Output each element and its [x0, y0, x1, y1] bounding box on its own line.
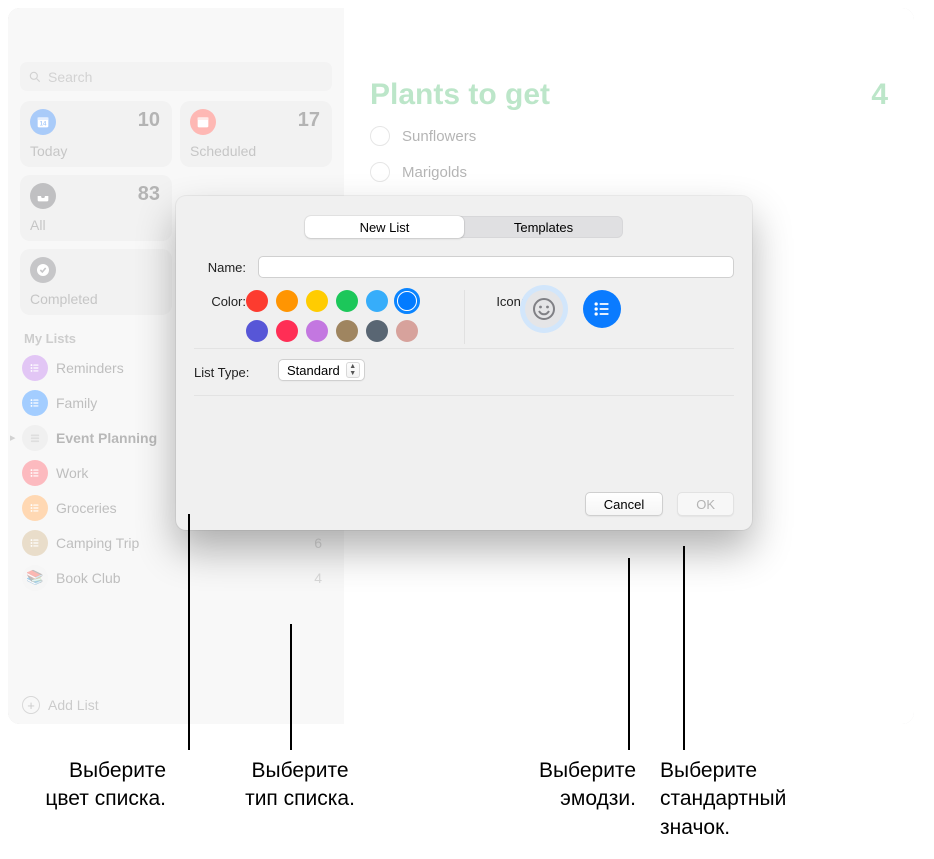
- smart-list-all[interactable]: 83 All: [20, 175, 172, 241]
- smart-list-today[interactable]: 14 10 Today: [20, 101, 172, 167]
- reminder-item[interactable]: Sunflowers: [344, 118, 914, 154]
- list-color-icon: [22, 390, 48, 416]
- emoji-face-icon: [532, 297, 556, 321]
- list-bullet-icon: [28, 466, 42, 480]
- callout-color: Выберите цвет списка.: [6, 757, 166, 814]
- sidebar-list-label: Work: [56, 465, 88, 481]
- smart-list-all-label: All: [30, 217, 46, 233]
- sidebar-list-count: 6: [314, 535, 322, 551]
- list-type-select[interactable]: Standard ▲▼: [278, 359, 365, 381]
- sidebar-list-label: Reminders: [56, 360, 124, 376]
- tab-templates[interactable]: Templates: [464, 216, 623, 238]
- sidebar-list-count: 4: [314, 570, 322, 586]
- list-emoji-icon: 📚: [26, 569, 43, 586]
- list-color-icon: [22, 495, 48, 521]
- icon-label: Icon:: [483, 290, 525, 309]
- list-bullet-icon: [28, 396, 42, 410]
- list-header: Plants to get 4: [344, 66, 914, 118]
- smart-list-completed-label: Completed: [30, 291, 98, 307]
- sidebar-list-label: Event Planning: [56, 430, 157, 446]
- reminder-checkbox[interactable]: [370, 162, 390, 182]
- color-swatch[interactable]: [366, 320, 388, 342]
- color-swatch[interactable]: [336, 320, 358, 342]
- reminder-title: Sunflowers: [402, 128, 476, 145]
- sidebar-list-label: Family: [56, 395, 97, 411]
- list-color-icon: [22, 460, 48, 486]
- smart-list-scheduled[interactable]: 17 Scheduled: [180, 101, 332, 167]
- smart-list-today-label: Today: [30, 143, 67, 159]
- sidebar-list-item[interactable]: Camping Trip 6: [8, 525, 344, 560]
- tab-new-list[interactable]: New List: [305, 216, 464, 238]
- checkmark-icon: [30, 257, 56, 283]
- sidebar-list-label: Camping Trip: [56, 535, 139, 551]
- list-color-icon: [22, 355, 48, 381]
- smart-list-scheduled-label: Scheduled: [190, 143, 256, 159]
- color-swatch[interactable]: [246, 290, 268, 312]
- sidebar-list-item[interactable]: 📚 Book Club 4: [8, 560, 344, 595]
- callout-line: [628, 558, 630, 750]
- sidebar-list-label: Book Club: [56, 570, 121, 586]
- smart-list-all-count: 83: [138, 183, 160, 206]
- standard-icon-button[interactable]: [583, 290, 621, 328]
- color-swatch[interactable]: [276, 290, 298, 312]
- stack-icon: [28, 431, 42, 445]
- select-arrows-icon: ▲▼: [346, 362, 360, 378]
- color-label: Color:: [194, 290, 246, 309]
- list-title: Plants to get: [370, 78, 550, 112]
- list-bullet-icon: [28, 361, 42, 375]
- reminder-title: Marigolds: [402, 164, 467, 181]
- list-type-label: List Type:: [194, 361, 268, 380]
- calendar-today-icon: 14: [30, 109, 56, 135]
- emoji-picker-button[interactable]: [525, 290, 563, 328]
- divider: [194, 348, 734, 349]
- list-bullet-icon: [28, 501, 42, 515]
- search-icon: [28, 70, 42, 84]
- smart-list-scheduled-count: 17: [298, 109, 320, 132]
- color-swatch[interactable]: [366, 290, 388, 312]
- color-swatches: [246, 290, 420, 344]
- list-bullet-icon: [28, 536, 42, 550]
- color-swatch[interactable]: [336, 290, 358, 312]
- color-swatch[interactable]: [396, 320, 418, 342]
- svg-text:14: 14: [40, 121, 47, 127]
- list-color-icon: 📚: [22, 565, 48, 591]
- smart-list-completed[interactable]: Completed: [20, 249, 172, 315]
- color-swatch[interactable]: [396, 290, 418, 312]
- list-type-value: Standard: [287, 363, 340, 378]
- tray-icon: [30, 183, 56, 209]
- new-list-sheet: New List Templates Name: Color: Icon:: [176, 196, 752, 530]
- divider: [194, 395, 734, 396]
- callout-line: [683, 546, 685, 750]
- reminder-item[interactable]: Marigolds: [344, 154, 914, 190]
- cancel-button[interactable]: Cancel: [585, 492, 663, 516]
- callout-line: [290, 624, 292, 750]
- list-color-icon: [22, 530, 48, 556]
- add-list-button[interactable]: + Add List: [22, 696, 99, 714]
- name-input[interactable]: [258, 256, 734, 278]
- list-color-icon: [22, 425, 48, 451]
- callout-standard-icon: Выберите стандартный значок.: [660, 757, 860, 842]
- callout-list-type: Выберите тип списка.: [222, 757, 378, 814]
- sidebar-list-label: Groceries: [56, 500, 117, 516]
- list-bullet-icon: [592, 299, 612, 319]
- color-swatch[interactable]: [306, 290, 328, 312]
- search-placeholder: Search: [48, 69, 92, 85]
- list-count: 4: [871, 78, 888, 112]
- calendar-icon: [190, 109, 216, 135]
- plus-icon: +: [22, 696, 40, 714]
- segmented-control: New List Templates: [305, 216, 623, 238]
- color-swatch[interactable]: [306, 320, 328, 342]
- search-input[interactable]: Search: [20, 62, 332, 91]
- color-swatch[interactable]: [276, 320, 298, 342]
- name-label: Name:: [194, 256, 246, 275]
- chevron-right-icon[interactable]: ▸: [10, 431, 16, 444]
- smart-list-today-count: 10: [138, 109, 160, 132]
- reminder-checkbox[interactable]: [370, 126, 390, 146]
- add-list-label: Add List: [48, 697, 99, 713]
- ok-button[interactable]: OK: [677, 492, 734, 516]
- callout-line: [188, 514, 190, 750]
- callout-emoji: Выберите эмодзи.: [436, 757, 636, 814]
- color-swatch[interactable]: [246, 320, 268, 342]
